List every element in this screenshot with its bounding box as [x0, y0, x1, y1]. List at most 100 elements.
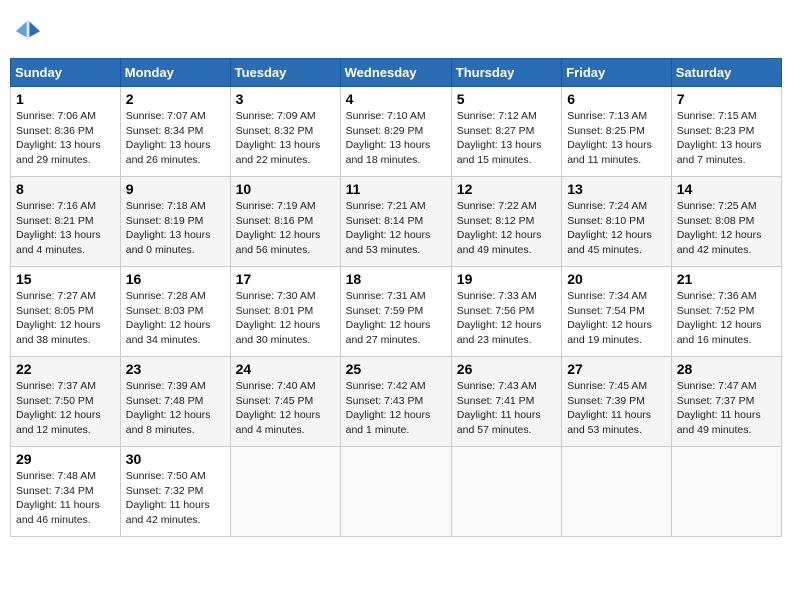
calendar-cell: 13 Sunrise: 7:24 AMSunset: 8:10 PMDayligh…	[562, 177, 672, 267]
day-info: Sunrise: 7:43 AMSunset: 7:41 PMDaylight:…	[457, 379, 556, 438]
day-header-monday: Monday	[120, 59, 230, 87]
day-info: Sunrise: 7:39 AMSunset: 7:48 PMDaylight:…	[126, 379, 225, 438]
day-info: Sunrise: 7:15 AMSunset: 8:23 PMDaylight:…	[677, 109, 776, 168]
day-number: 26	[457, 361, 556, 377]
day-info: Sunrise: 7:12 AMSunset: 8:27 PMDaylight:…	[457, 109, 556, 168]
week-row-2: 8 Sunrise: 7:16 AMSunset: 8:21 PMDaylight…	[11, 177, 782, 267]
calendar-cell	[451, 447, 561, 537]
day-number: 1	[16, 91, 115, 107]
day-number: 25	[346, 361, 446, 377]
day-number: 29	[16, 451, 115, 467]
day-info: Sunrise: 7:28 AMSunset: 8:03 PMDaylight:…	[126, 289, 225, 348]
day-header-saturday: Saturday	[671, 59, 781, 87]
day-info: Sunrise: 7:19 AMSunset: 8:16 PMDaylight:…	[236, 199, 335, 258]
calendar-cell	[671, 447, 781, 537]
day-header-wednesday: Wednesday	[340, 59, 451, 87]
logo-icon	[14, 16, 42, 44]
day-info: Sunrise: 7:33 AMSunset: 7:56 PMDaylight:…	[457, 289, 556, 348]
calendar-cell: 9 Sunrise: 7:18 AMSunset: 8:19 PMDaylight…	[120, 177, 230, 267]
day-info: Sunrise: 7:21 AMSunset: 8:14 PMDaylight:…	[346, 199, 446, 258]
day-number: 13	[567, 181, 666, 197]
calendar-cell: 29Sunrise: 7:48 AMSunset: 7:34 PMDayligh…	[11, 447, 121, 537]
day-number: 4	[346, 91, 446, 107]
day-number: 23	[126, 361, 225, 377]
calendar-cell: 3 Sunrise: 7:09 AMSunset: 8:32 PMDaylight…	[230, 87, 340, 177]
calendar-cell: 24Sunrise: 7:40 AMSunset: 7:45 PMDayligh…	[230, 357, 340, 447]
day-header-sunday: Sunday	[11, 59, 121, 87]
calendar-cell: 26 Sunrise: 7:43 AMSunset: 7:41 PMDayligh…	[451, 357, 561, 447]
day-info: Sunrise: 7:47 AMSunset: 7:37 PMDaylight:…	[677, 379, 776, 438]
calendar-cell: 10 Sunrise: 7:19 AMSunset: 8:16 PMDayligh…	[230, 177, 340, 267]
day-number: 18	[346, 271, 446, 287]
day-number: 14	[677, 181, 776, 197]
day-header-thursday: Thursday	[451, 59, 561, 87]
calendar-cell: 11 Sunrise: 7:21 AMSunset: 8:14 PMDayligh…	[340, 177, 451, 267]
calendar-cell: 27 Sunrise: 7:45 AMSunset: 7:39 PMDayligh…	[562, 357, 672, 447]
day-number: 27	[567, 361, 666, 377]
calendar-cell: 14 Sunrise: 7:25 AMSunset: 8:08 PMDayligh…	[671, 177, 781, 267]
day-info: Sunrise: 7:50 AMSunset: 7:32 PMDaylight:…	[126, 469, 225, 528]
calendar-cell: 15Sunrise: 7:27 AMSunset: 8:05 PMDayligh…	[11, 267, 121, 357]
day-number: 19	[457, 271, 556, 287]
week-row-1: 1 Sunrise: 7:06 AMSunset: 8:36 PMDaylight…	[11, 87, 782, 177]
calendar-cell: 19 Sunrise: 7:33 AMSunset: 7:56 PMDayligh…	[451, 267, 561, 357]
day-info: Sunrise: 7:42 AMSunset: 7:43 PMDaylight:…	[346, 379, 446, 438]
day-number: 9	[126, 181, 225, 197]
calendar-body: 1 Sunrise: 7:06 AMSunset: 8:36 PMDaylight…	[11, 87, 782, 537]
page-header	[10, 10, 782, 50]
calendar-cell	[230, 447, 340, 537]
day-number: 30	[126, 451, 225, 467]
calendar-cell: 21 Sunrise: 7:36 AMSunset: 7:52 PMDayligh…	[671, 267, 781, 357]
day-info: Sunrise: 7:31 AMSunset: 7:59 PMDaylight:…	[346, 289, 446, 348]
day-headers-row: SundayMondayTuesdayWednesdayThursdayFrid…	[11, 59, 782, 87]
calendar-cell: 17 Sunrise: 7:30 AMSunset: 8:01 PMDayligh…	[230, 267, 340, 357]
day-number: 3	[236, 91, 335, 107]
calendar-cell	[340, 447, 451, 537]
calendar-cell: 20Sunrise: 7:34 AMSunset: 7:54 PMDayligh…	[562, 267, 672, 357]
day-info: Sunrise: 7:10 AMSunset: 8:29 PMDaylight:…	[346, 109, 446, 168]
day-number: 17	[236, 271, 335, 287]
day-number: 28	[677, 361, 776, 377]
day-info: Sunrise: 7:18 AMSunset: 8:19 PMDaylight:…	[126, 199, 225, 258]
day-number: 15	[16, 271, 115, 287]
day-number: 5	[457, 91, 556, 107]
calendar-cell: 6Sunrise: 7:13 AMSunset: 8:25 PMDaylight…	[562, 87, 672, 177]
day-info: Sunrise: 7:22 AMSunset: 8:12 PMDaylight:…	[457, 199, 556, 258]
day-number: 11	[346, 181, 446, 197]
calendar-cell: 22 Sunrise: 7:37 AMSunset: 7:50 PMDayligh…	[11, 357, 121, 447]
day-info: Sunrise: 7:30 AMSunset: 8:01 PMDaylight:…	[236, 289, 335, 348]
day-info: Sunrise: 7:40 AMSunset: 7:45 PMDaylight:…	[236, 379, 335, 438]
calendar-cell: 25 Sunrise: 7:42 AMSunset: 7:43 PMDayligh…	[340, 357, 451, 447]
calendar-cell	[562, 447, 672, 537]
week-row-5: 29Sunrise: 7:48 AMSunset: 7:34 PMDayligh…	[11, 447, 782, 537]
calendar-header: SundayMondayTuesdayWednesdayThursdayFrid…	[11, 59, 782, 87]
calendar-table: SundayMondayTuesdayWednesdayThursdayFrid…	[10, 58, 782, 537]
calendar-cell: 8 Sunrise: 7:16 AMSunset: 8:21 PMDaylight…	[11, 177, 121, 267]
day-info: Sunrise: 7:06 AMSunset: 8:36 PMDaylight:…	[16, 109, 115, 168]
calendar-cell: 1 Sunrise: 7:06 AMSunset: 8:36 PMDaylight…	[11, 87, 121, 177]
day-number: 12	[457, 181, 556, 197]
calendar-cell: 4 Sunrise: 7:10 AMSunset: 8:29 PMDaylight…	[340, 87, 451, 177]
day-info: Sunrise: 7:07 AMSunset: 8:34 PMDaylight:…	[126, 109, 225, 168]
day-info: Sunrise: 7:24 AMSunset: 8:10 PMDaylight:…	[567, 199, 666, 258]
calendar-cell: 28 Sunrise: 7:47 AMSunset: 7:37 PMDayligh…	[671, 357, 781, 447]
calendar-cell: 16Sunrise: 7:28 AMSunset: 8:03 PMDayligh…	[120, 267, 230, 357]
calendar-cell: 7 Sunrise: 7:15 AMSunset: 8:23 PMDaylight…	[671, 87, 781, 177]
week-row-3: 15Sunrise: 7:27 AMSunset: 8:05 PMDayligh…	[11, 267, 782, 357]
day-number: 20	[567, 271, 666, 287]
day-info: Sunrise: 7:16 AMSunset: 8:21 PMDaylight:…	[16, 199, 115, 258]
calendar-cell: 12 Sunrise: 7:22 AMSunset: 8:12 PMDayligh…	[451, 177, 561, 267]
calendar-cell: 30 Sunrise: 7:50 AMSunset: 7:32 PMDayligh…	[120, 447, 230, 537]
day-info: Sunrise: 7:45 AMSunset: 7:39 PMDaylight:…	[567, 379, 666, 438]
day-number: 8	[16, 181, 115, 197]
day-number: 7	[677, 91, 776, 107]
day-info: Sunrise: 7:36 AMSunset: 7:52 PMDaylight:…	[677, 289, 776, 348]
day-number: 22	[16, 361, 115, 377]
calendar-cell: 5 Sunrise: 7:12 AMSunset: 8:27 PMDaylight…	[451, 87, 561, 177]
day-info: Sunrise: 7:09 AMSunset: 8:32 PMDaylight:…	[236, 109, 335, 168]
calendar-cell: 18 Sunrise: 7:31 AMSunset: 7:59 PMDayligh…	[340, 267, 451, 357]
day-number: 21	[677, 271, 776, 287]
day-number: 10	[236, 181, 335, 197]
day-info: Sunrise: 7:25 AMSunset: 8:08 PMDaylight:…	[677, 199, 776, 258]
day-info: Sunrise: 7:37 AMSunset: 7:50 PMDaylight:…	[16, 379, 115, 438]
